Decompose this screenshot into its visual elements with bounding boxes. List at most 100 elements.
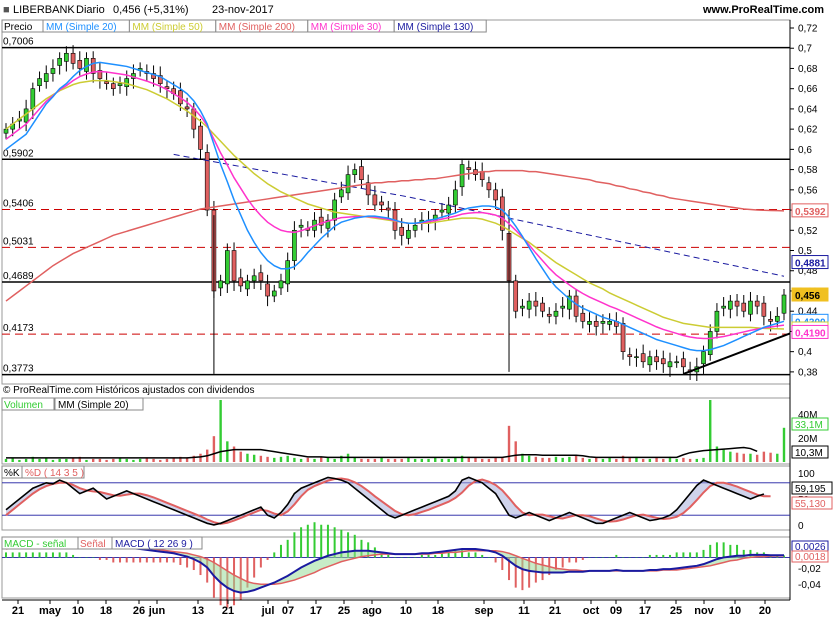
stoch-tick-label: 100 <box>798 469 815 480</box>
macd-histogram-bar <box>434 554 437 558</box>
level-label: 0,4689 <box>3 271 34 282</box>
level-label: 0,7006 <box>3 37 34 48</box>
x-tick-label: 18 <box>100 605 112 617</box>
price-candle <box>339 189 344 198</box>
stoch-d-label: %D ( 14 3 5 ) <box>25 468 84 479</box>
macd-histogram-bar <box>655 554 658 558</box>
price-candle <box>707 331 713 355</box>
macd-histogram-bar <box>31 552 34 558</box>
level-label: 0,5031 <box>3 236 34 247</box>
volume-bar <box>494 457 497 462</box>
price-candle <box>218 280 223 289</box>
volume-bar <box>608 457 611 462</box>
price-candle <box>184 106 190 110</box>
x-tick-label: may <box>39 605 62 617</box>
volume-bar <box>226 441 229 462</box>
price-candle <box>117 83 123 86</box>
macd-histogram-bar <box>51 552 54 558</box>
macd-histogram-bar <box>689 552 692 558</box>
price-candle <box>721 305 726 309</box>
volume-bar <box>574 455 578 462</box>
volume-bar <box>648 458 652 462</box>
volume-bar <box>239 451 242 462</box>
price-candle <box>124 78 130 87</box>
macd-main-label: MACD ( 12 26 9 ) <box>115 539 193 550</box>
volume-bar <box>595 457 598 462</box>
price-candle <box>271 290 277 297</box>
macd-histogram-bar <box>45 552 48 558</box>
macd-histogram-bar <box>38 552 41 558</box>
level-label: 0,4173 <box>3 323 34 334</box>
price-candle <box>84 58 89 72</box>
copyright-note: © ProRealTime.com Históricos ajustados c… <box>3 385 255 396</box>
price-candle <box>640 353 646 363</box>
price-candle <box>399 226 405 236</box>
macd-histogram-bar <box>78 557 81 558</box>
volume-bar <box>735 452 739 462</box>
macd-signal-label: Señal <box>80 539 106 550</box>
price-tick-label: 0,58 <box>798 165 818 176</box>
price-candle <box>607 321 612 325</box>
volume-badge-label: 10,3M <box>795 448 823 459</box>
macd-histogram-bar <box>414 557 417 558</box>
volume-bar <box>252 454 256 462</box>
volume-bar <box>259 455 263 462</box>
macd-histogram-bar <box>561 557 564 568</box>
macd-histogram-bar <box>306 524 309 558</box>
volume-bar <box>313 458 316 462</box>
x-tick-label: sep <box>475 605 494 617</box>
volume-bar <box>588 458 591 462</box>
volume-bar <box>232 446 236 462</box>
macd-histogram-bar <box>152 557 155 563</box>
volume-bar <box>722 449 725 462</box>
price-candle <box>57 58 62 66</box>
price-candle <box>225 250 230 285</box>
macd-histogram-bar <box>702 549 705 558</box>
x-tick-label: 21 <box>549 605 561 617</box>
x-tick-label: 21 <box>222 605 234 617</box>
volume-bar <box>655 457 658 462</box>
volume-bar <box>581 457 584 462</box>
volume-bar <box>534 456 538 462</box>
volume-bar <box>85 459 88 462</box>
price-candle <box>292 229 297 261</box>
price-candle <box>412 224 418 231</box>
ma-legend-label: MM (Simple 20) <box>46 22 117 33</box>
price-badge-label: 0,4190 <box>795 328 826 339</box>
price-candle <box>238 277 244 287</box>
macd-histogram-bar <box>326 524 329 558</box>
price-badge-label: 0,456 <box>795 291 820 302</box>
macd-histogram-bar <box>286 539 289 558</box>
volume-bar <box>393 458 397 462</box>
volume-bar <box>65 458 68 462</box>
macd-histogram-bar <box>72 554 75 558</box>
volume-bar <box>541 457 544 462</box>
stoch-tick-label: 0 <box>798 521 804 532</box>
price-candle <box>379 201 384 206</box>
macd-histogram-bar <box>588 557 591 558</box>
macd-histogram-bar <box>145 557 148 563</box>
volume-bar <box>91 458 95 462</box>
macd-histogram-bar <box>139 557 142 563</box>
macd-histogram-bar <box>722 542 725 558</box>
volume-bar <box>326 457 330 462</box>
price-tick-label: 0,62 <box>798 125 818 136</box>
x-tick-label: 25 <box>670 605 682 617</box>
macd-histogram-bar <box>682 552 685 558</box>
macd-histogram-bar <box>608 557 611 558</box>
volume-bar <box>749 453 752 462</box>
volume-bar <box>105 459 108 462</box>
volume-bar <box>152 458 155 462</box>
price-candle <box>634 356 639 359</box>
macd-histogram-bar <box>715 542 718 558</box>
price-candle <box>406 229 411 239</box>
macd-histogram-bar <box>5 552 7 558</box>
volume-title: Volumen <box>4 400 43 411</box>
volume-bar <box>514 441 517 462</box>
price-candle <box>265 283 270 297</box>
volume-bar <box>407 457 410 462</box>
price-candle <box>734 300 740 307</box>
macd-histogram-bar <box>407 557 410 558</box>
volume-bar <box>112 458 115 462</box>
volume-bar <box>762 451 766 462</box>
